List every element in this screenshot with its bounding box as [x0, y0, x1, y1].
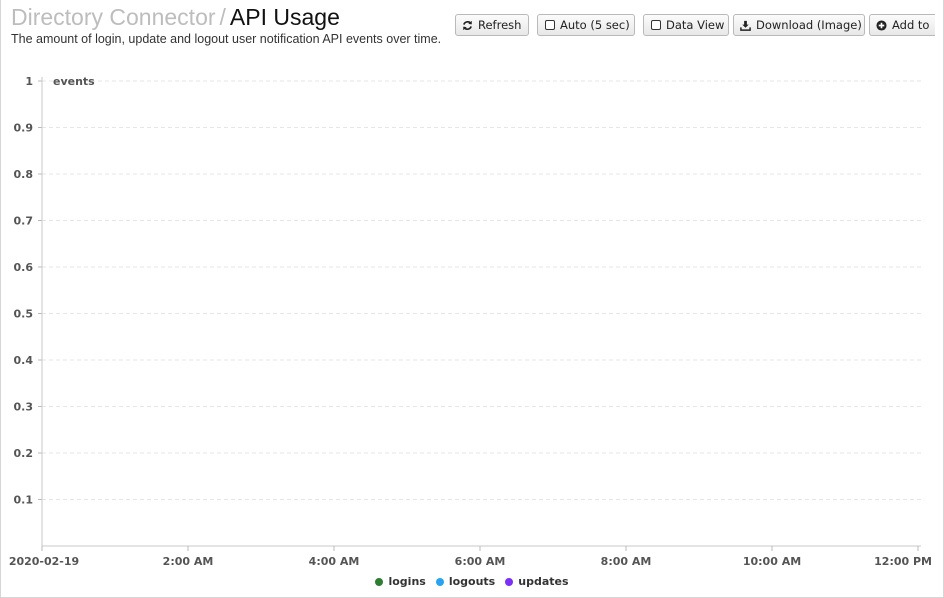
x-tick-label: 2020-02-19	[9, 555, 79, 568]
legend-item-logins[interactable]: logins	[375, 575, 426, 588]
legend-label: logouts	[448, 575, 496, 588]
legend-label: updates	[518, 575, 569, 588]
legend-dot-icon	[505, 577, 514, 586]
data-view-toggle[interactable]: Data View	[643, 14, 729, 36]
download-image-button[interactable]: Download (Image)	[733, 14, 865, 36]
page-title: Directory Connector / API Usage	[11, 3, 340, 31]
download-icon	[740, 20, 751, 31]
y-tick-label: 0.5	[14, 308, 34, 321]
refresh-button[interactable]: Refresh	[455, 14, 529, 36]
y-tick-label: 0.1	[14, 494, 34, 507]
y-tick-label: 0.9	[14, 122, 34, 135]
download-label: Download (Image)	[756, 18, 862, 32]
y-tick-label: 0.7	[14, 215, 34, 228]
refresh-label: Refresh	[478, 18, 522, 32]
x-tick-label: 12:00 PM	[874, 555, 932, 568]
y-tick-label: 0.4	[14, 354, 34, 367]
x-tick-label: 6:00 AM	[455, 555, 506, 568]
legend-dot-icon	[375, 577, 384, 586]
chart-canvas: 0.1 0.2 0.3 0.4 0.5 0.6 0.7 0.8 0.9 1 events 2020-0…	[9, 75, 932, 568]
data-view-label: Data View	[666, 18, 725, 32]
legend-dot-icon	[435, 577, 444, 586]
add-to-button[interactable]: Add to	[869, 14, 935, 36]
y-axis-label: events	[53, 75, 95, 88]
x-tick-label: 2:00 AM	[163, 555, 214, 568]
legend-item-logouts[interactable]: logouts	[435, 575, 496, 588]
legend-item-updates[interactable]: updates	[505, 575, 569, 588]
refresh-icon	[462, 20, 473, 31]
breadcrumb-separator: /	[219, 4, 226, 30]
y-tick-label: 0.6	[14, 261, 34, 274]
add-to-label: Add to	[892, 18, 930, 32]
y-tick-label: 0.8	[14, 168, 34, 181]
plus-circle-icon	[876, 19, 887, 31]
checkbox-icon	[650, 20, 661, 31]
page-subtitle: The amount of login, update and logout u…	[11, 32, 442, 46]
y-tick-label: 1	[25, 75, 33, 88]
x-tick-label: 8:00 AM	[601, 555, 652, 568]
auto-refresh-toggle[interactable]: Auto (5 sec)	[537, 14, 635, 36]
chart-legend: logins logouts updates	[0, 575, 944, 588]
auto-refresh-label: Auto (5 sec)	[560, 18, 630, 32]
legend-label: logins	[388, 575, 426, 588]
x-tick-label: 4:00 AM	[309, 555, 360, 568]
api-usage-chart[interactable]: 0.1 0.2 0.3 0.4 0.5 0.6 0.7 0.8 0.9 1 events 2020-0…	[0, 60, 944, 598]
breadcrumb-current: API Usage	[229, 4, 340, 30]
breadcrumb-parent[interactable]: Directory Connector	[11, 4, 216, 30]
y-tick-label: 0.2	[14, 447, 34, 460]
y-tick-label: 0.3	[14, 401, 34, 414]
x-tick-label: 10:00 AM	[743, 555, 801, 568]
checkbox-icon	[544, 20, 555, 31]
